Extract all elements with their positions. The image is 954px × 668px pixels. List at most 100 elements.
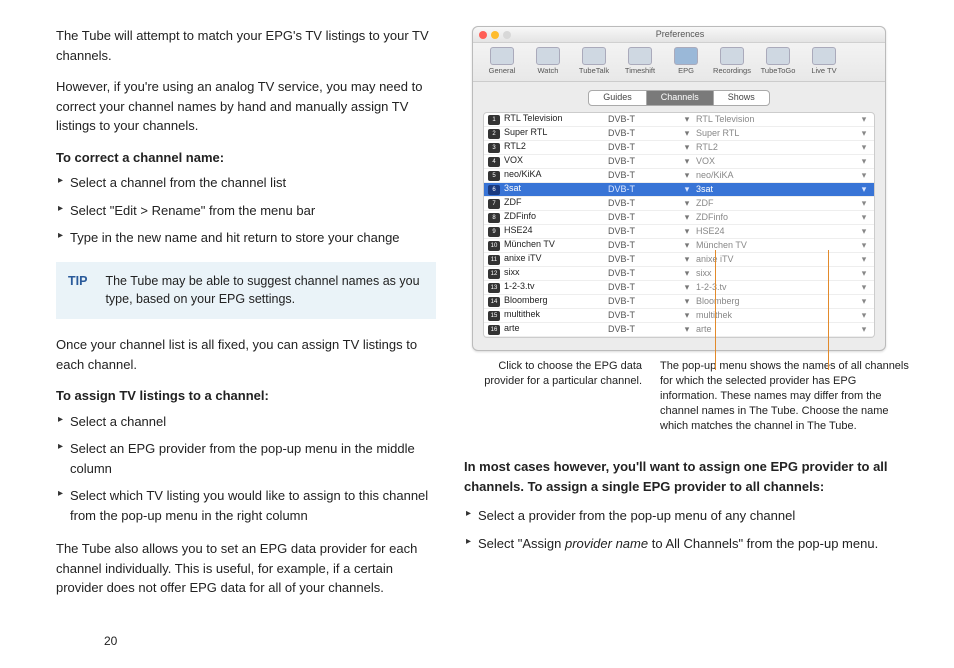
channel-row[interactable]: 8ZDFinfoDVB-T▾ZDFinfo▾ bbox=[484, 211, 874, 225]
heading-assign-all: In most cases however, you'll want to as… bbox=[464, 457, 920, 496]
channel-row[interactable]: 63satDVB-T▾3sat▾ bbox=[484, 183, 874, 197]
channel-row[interactable]: 1RTL TelevisionDVB-T▾RTL Television▾ bbox=[484, 113, 874, 127]
tip-body: The Tube may be able to suggest channel … bbox=[105, 272, 424, 310]
channel-row[interactable]: 16arteDVB-T▾arte▾ bbox=[484, 323, 874, 337]
epg-dropdown-icon[interactable]: ▾ bbox=[858, 115, 870, 125]
provider-dropdown-icon[interactable]: ▾ bbox=[678, 199, 696, 209]
toolbar-tab-label: Watch bbox=[525, 67, 571, 75]
step-select-channel: Select a channel from the channel list bbox=[58, 173, 436, 193]
toolbar-tab-recordings[interactable]: Recordings bbox=[709, 47, 755, 75]
provider-dropdown-icon[interactable]: ▾ bbox=[678, 325, 696, 335]
provider-dropdown-icon[interactable]: ▾ bbox=[678, 129, 696, 139]
epg-dropdown-icon[interactable]: ▾ bbox=[858, 199, 870, 209]
epg-dropdown-icon[interactable]: ▾ bbox=[858, 283, 870, 293]
segment-shows[interactable]: Shows bbox=[714, 91, 769, 105]
callout-line-1 bbox=[715, 250, 716, 370]
provider-dropdown-icon[interactable]: ▾ bbox=[678, 241, 696, 251]
segment-channels[interactable]: Channels bbox=[647, 91, 714, 105]
channel-row[interactable]: 14BloombergDVB-T▾Bloomberg▾ bbox=[484, 295, 874, 309]
epg-dropdown-icon[interactable]: ▾ bbox=[858, 157, 870, 167]
channel-row[interactable]: 11anixe iTVDVB-T▾anixe iTV▾ bbox=[484, 253, 874, 267]
timeshift-icon bbox=[628, 47, 652, 65]
live tv-icon bbox=[812, 47, 836, 65]
provider-dropdown-icon[interactable]: ▾ bbox=[678, 283, 696, 293]
toolbar-tab-epg[interactable]: EPG bbox=[663, 47, 709, 75]
epg-dropdown-icon[interactable]: ▾ bbox=[858, 297, 870, 307]
channel-row[interactable]: 5neo/KiKADVB-T▾neo/KiKA▾ bbox=[484, 169, 874, 183]
channel-row[interactable]: 15multithekDVB-T▾multithek▾ bbox=[484, 309, 874, 323]
toolbar-tab-label: General bbox=[479, 67, 525, 75]
step-select-channel-2: Select a channel bbox=[58, 412, 436, 432]
provider-dropdown-icon[interactable]: ▾ bbox=[678, 269, 696, 279]
toolbar-tab-label: TubeToGo bbox=[755, 67, 801, 75]
toolbar-tab-tubetogo[interactable]: TubeToGo bbox=[755, 47, 801, 75]
toolbar-tab-label: Recordings bbox=[709, 67, 755, 75]
epg-dropdown-icon[interactable]: ▾ bbox=[858, 213, 870, 223]
epg-dropdown-icon[interactable]: ▾ bbox=[858, 269, 870, 279]
epg-dropdown-icon[interactable]: ▾ bbox=[858, 143, 870, 153]
channel-row[interactable]: 4VOXDVB-T▾VOX▾ bbox=[484, 155, 874, 169]
epg-dropdown-icon[interactable]: ▾ bbox=[858, 311, 870, 321]
preferences-window: Preferences GeneralWatchTubeTalkTimeshif… bbox=[472, 26, 886, 351]
tip-box: TIP The Tube may be able to suggest chan… bbox=[56, 262, 436, 320]
channel-row[interactable]: 12sixxDVB-T▾sixx▾ bbox=[484, 267, 874, 281]
toolbar-tab-tubetalk[interactable]: TubeTalk bbox=[571, 47, 617, 75]
channel-row[interactable]: 7ZDFDVB-T▾ZDF▾ bbox=[484, 197, 874, 211]
intro-paragraph-1: The Tube will attempt to match your EPG'… bbox=[56, 26, 436, 65]
tubetogo-icon bbox=[766, 47, 790, 65]
callout-provider-popup: Click to choose the EPG data provider fo… bbox=[472, 359, 642, 433]
window-title: Preferences bbox=[481, 30, 879, 40]
epg-icon bbox=[674, 47, 698, 65]
provider-dropdown-icon[interactable]: ▾ bbox=[678, 213, 696, 223]
channel-row[interactable]: 9HSE24DVB-T▾HSE24▾ bbox=[484, 225, 874, 239]
paragraph-individual-provider: The Tube also allows you to set an EPG d… bbox=[56, 539, 436, 598]
step-select-listing: Select which TV listing you would like t… bbox=[58, 486, 436, 525]
provider-dropdown-icon[interactable]: ▾ bbox=[678, 115, 696, 125]
callout-line-2 bbox=[828, 250, 829, 370]
channel-row[interactable]: 10München TVDVB-T▾München TV▾ bbox=[484, 239, 874, 253]
tubetalk-icon bbox=[582, 47, 606, 65]
step-assign-all: Select "Assign provider name to All Chan… bbox=[466, 534, 920, 554]
epg-dropdown-icon[interactable]: ▾ bbox=[858, 185, 870, 195]
toolbar-tab-label: TubeTalk bbox=[571, 67, 617, 75]
heading-assign-listings: To assign TV listings to a channel: bbox=[56, 386, 436, 406]
epg-dropdown-icon[interactable]: ▾ bbox=[858, 227, 870, 237]
toolbar-tab-watch[interactable]: Watch bbox=[525, 47, 571, 75]
toolbar-tab-label: EPG bbox=[663, 67, 709, 75]
step-edit-rename: Select "Edit > Rename" from the menu bar bbox=[58, 201, 436, 221]
provider-dropdown-icon[interactable]: ▾ bbox=[678, 297, 696, 307]
epg-dropdown-icon[interactable]: ▾ bbox=[858, 171, 870, 181]
channel-row[interactable]: 2Super RTLDVB-T▾Super RTL▾ bbox=[484, 127, 874, 141]
callout-epg-popup: The pop-up menu shows the names of all c… bbox=[660, 359, 916, 433]
channel-row[interactable]: 3RTL2DVB-T▾RTL2▾ bbox=[484, 141, 874, 155]
segment-guides[interactable]: Guides bbox=[589, 91, 647, 105]
provider-dropdown-icon[interactable]: ▾ bbox=[678, 185, 696, 195]
provider-dropdown-icon[interactable]: ▾ bbox=[678, 171, 696, 181]
recordings-icon bbox=[720, 47, 744, 65]
tip-label: TIP bbox=[68, 272, 87, 310]
heading-correct-channel: To correct a channel name: bbox=[56, 148, 436, 168]
provider-dropdown-icon[interactable]: ▾ bbox=[678, 143, 696, 153]
intro-paragraph-2: However, if you're using an analog TV se… bbox=[56, 77, 436, 136]
watch-icon bbox=[536, 47, 560, 65]
channel-row[interactable]: 131-2-3.tvDVB-T▾1-2-3.tv▾ bbox=[484, 281, 874, 295]
page-number: 20 bbox=[104, 632, 117, 650]
toolbar-tab-general[interactable]: General bbox=[479, 47, 525, 75]
toolbar-tab-label: Live TV bbox=[801, 67, 847, 75]
provider-dropdown-icon[interactable]: ▾ bbox=[678, 311, 696, 321]
epg-dropdown-icon[interactable]: ▾ bbox=[858, 241, 870, 251]
epg-dropdown-icon[interactable]: ▾ bbox=[858, 255, 870, 265]
step-select-any-provider: Select a provider from the pop-up menu o… bbox=[466, 506, 920, 526]
general-icon bbox=[490, 47, 514, 65]
paragraph-after-fix: Once your channel list is all fixed, you… bbox=[56, 335, 436, 374]
provider-dropdown-icon[interactable]: ▾ bbox=[678, 157, 696, 167]
toolbar-tab-live tv[interactable]: Live TV bbox=[801, 47, 847, 75]
epg-dropdown-icon[interactable]: ▾ bbox=[858, 325, 870, 335]
step-select-provider: Select an EPG provider from the pop-up m… bbox=[58, 439, 436, 478]
provider-dropdown-icon[interactable]: ▾ bbox=[678, 255, 696, 265]
step-type-name: Type in the new name and hit return to s… bbox=[58, 228, 436, 248]
toolbar-tab-timeshift[interactable]: Timeshift bbox=[617, 47, 663, 75]
provider-dropdown-icon[interactable]: ▾ bbox=[678, 227, 696, 237]
toolbar-tab-label: Timeshift bbox=[617, 67, 663, 75]
epg-dropdown-icon[interactable]: ▾ bbox=[858, 129, 870, 139]
